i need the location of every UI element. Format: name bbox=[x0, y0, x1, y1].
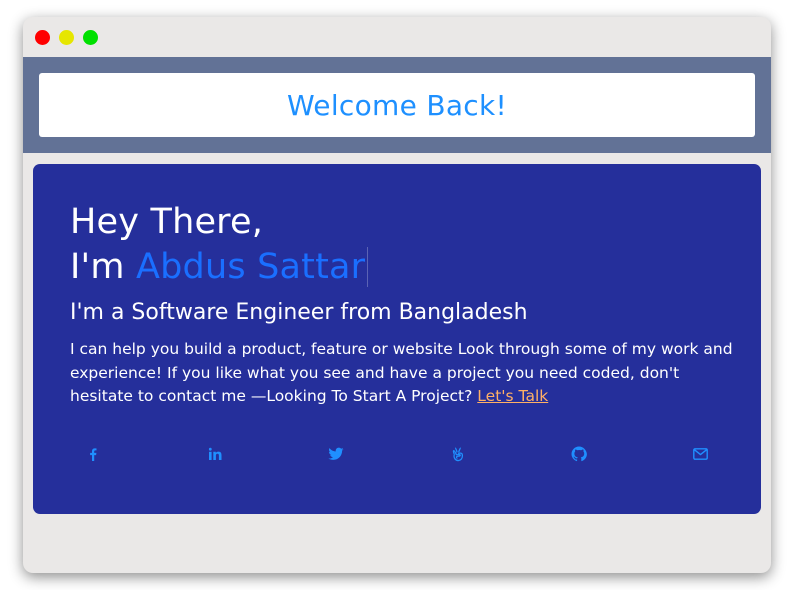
linkedin-link[interactable] bbox=[203, 442, 227, 466]
email-link[interactable] bbox=[688, 442, 712, 466]
hero-content: Hey There, I'm Abdus Sattar I'm a Softwa… bbox=[70, 200, 740, 409]
greeting-line1: Hey There, bbox=[70, 202, 264, 242]
welcome-banner: Welcome Back! bbox=[39, 73, 755, 137]
twitter-icon bbox=[328, 447, 344, 460]
close-window-button[interactable] bbox=[35, 30, 50, 45]
hero-greeting: Hey There, I'm Abdus Sattar bbox=[70, 200, 740, 290]
minimize-window-button[interactable] bbox=[59, 30, 74, 45]
page-footer-area bbox=[23, 514, 771, 573]
header-band: Welcome Back! bbox=[23, 57, 771, 153]
hero-subtitle: I'm a Software Engineer from Bangladesh bbox=[70, 300, 528, 325]
social-links bbox=[33, 442, 761, 466]
angellist-link[interactable] bbox=[446, 442, 470, 466]
greeting-prefix: I'm bbox=[70, 247, 136, 287]
facebook-icon bbox=[90, 448, 97, 461]
twitter-link[interactable] bbox=[324, 442, 348, 466]
angellist-icon bbox=[452, 447, 464, 461]
linkedin-icon bbox=[208, 447, 222, 460]
email-icon bbox=[692, 448, 708, 460]
github-link[interactable] bbox=[567, 442, 591, 466]
hero-name: Abdus Sattar bbox=[135, 247, 369, 287]
welcome-title: Welcome Back! bbox=[286, 88, 508, 122]
maximize-window-button[interactable] bbox=[83, 30, 98, 45]
hero-description-text: I can help you build a product, feature … bbox=[70, 340, 733, 405]
window-titlebar bbox=[23, 17, 771, 57]
lets-talk-link[interactable]: Let's Talk bbox=[477, 387, 548, 405]
facebook-link[interactable] bbox=[81, 442, 105, 466]
github-icon bbox=[571, 446, 587, 462]
hero-section: Hey There, I'm Abdus Sattar I'm a Softwa… bbox=[33, 164, 761, 514]
browser-window: Welcome Back! Hey There, I'm Abdus Satta… bbox=[23, 17, 771, 573]
hero-description: I can help you build a product, feature … bbox=[70, 338, 740, 409]
